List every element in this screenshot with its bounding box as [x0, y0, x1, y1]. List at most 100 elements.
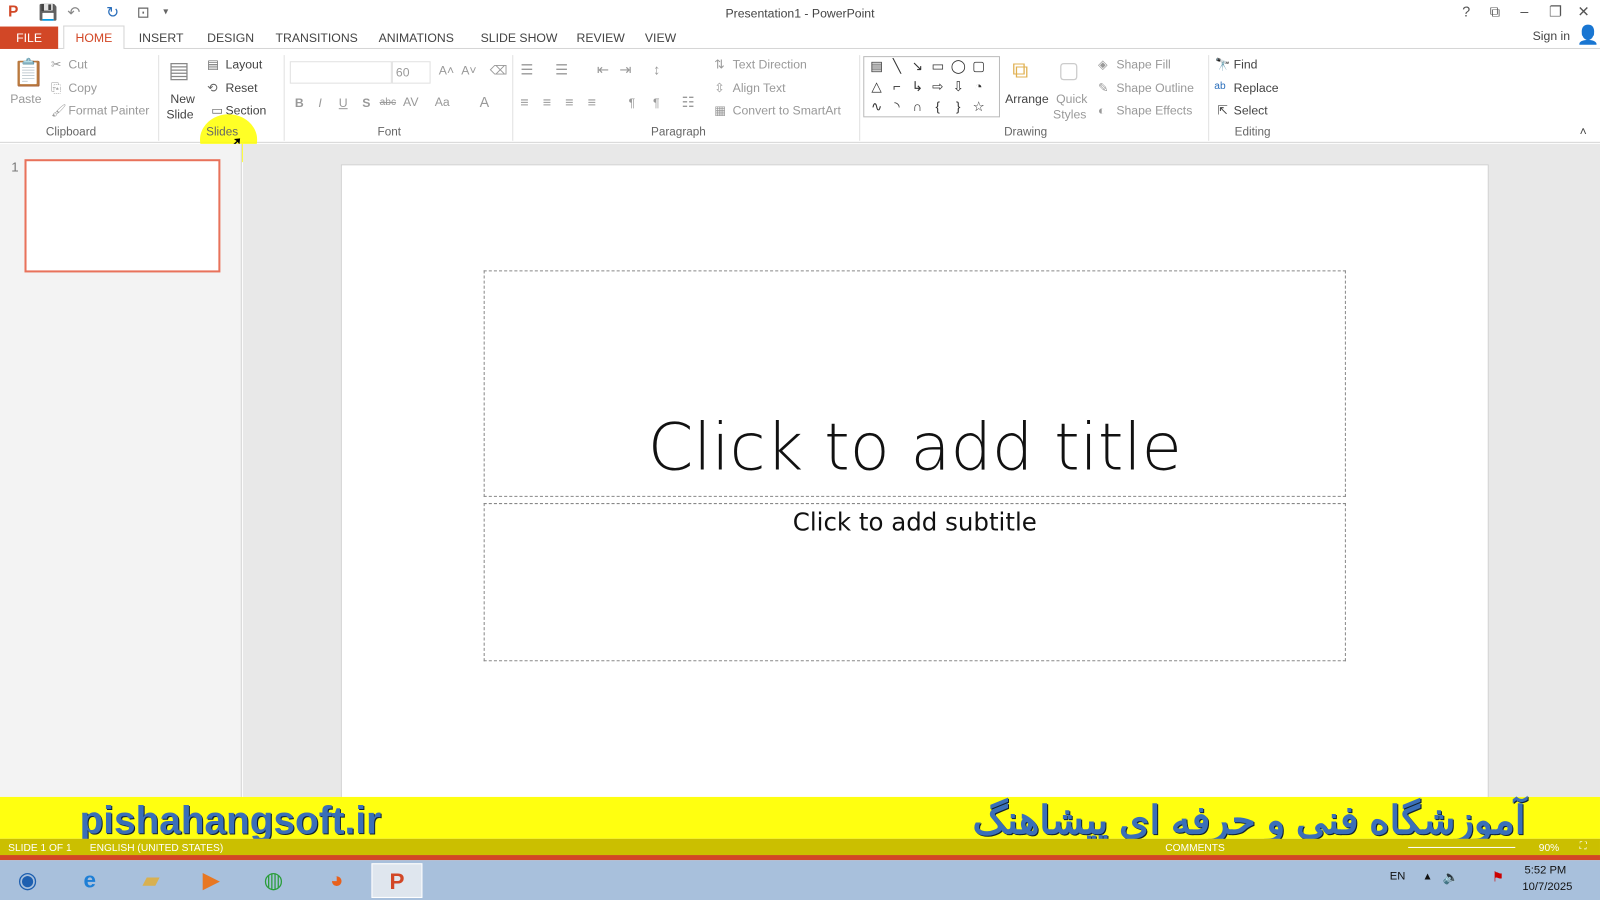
- shapes-gallery[interactable]: ▤ ╲ ↘ ▭ ◯ ▢ △ ⌐ ↳ ⇨ ⇩ ◔ ∿ ◝ ∩{} ☆: [863, 56, 1000, 119]
- file-explorer-icon[interactable]: ▰: [126, 863, 177, 898]
- bullets-icon[interactable]: ☰: [520, 61, 533, 78]
- fit-slide-icon[interactable]: ⛶: [1580, 841, 1587, 852]
- find-button[interactable]: Find: [1234, 57, 1258, 71]
- powerpoint-taskbar-icon[interactable]: P: [371, 863, 423, 898]
- convert-smartart-button[interactable]: Convert to SmartArt: [733, 103, 841, 117]
- quick-styles-dropdown[interactable]: Styles: [1053, 107, 1086, 121]
- tab-slide-show[interactable]: SLIDE SHOW: [481, 31, 558, 45]
- tab-animations[interactable]: ANIMATIONS: [379, 31, 454, 45]
- shape-option[interactable]: {: [928, 99, 948, 119]
- replace-button[interactable]: Replace: [1234, 81, 1279, 95]
- start-button-icon[interactable]: ◉: [2, 863, 53, 898]
- line-spacing-icon[interactable]: ↕: [653, 61, 660, 77]
- shape-option[interactable]: ⇩: [948, 79, 968, 99]
- internet-explorer-icon[interactable]: e: [64, 863, 115, 898]
- shape-outline-button[interactable]: Shape Outline: [1116, 81, 1194, 95]
- tab-insert[interactable]: INSERT: [139, 31, 184, 45]
- shape-option[interactable]: }: [948, 99, 968, 119]
- increase-indent-icon[interactable]: ⇥: [619, 61, 631, 78]
- shape-effects-button[interactable]: Shape Effects: [1116, 103, 1192, 117]
- bold-button[interactable]: B: [295, 96, 304, 110]
- shape-option[interactable]: ∿: [866, 99, 886, 119]
- font-color-button[interactable]: A: [480, 94, 490, 110]
- shape-option[interactable]: ⇨: [928, 79, 948, 99]
- chrome-icon[interactable]: ◍: [248, 863, 299, 898]
- tab-review[interactable]: REVIEW: [577, 31, 625, 45]
- shape-option[interactable]: ╲: [887, 58, 907, 78]
- format-painter-button[interactable]: Format Painter: [68, 103, 149, 117]
- ltr-icon[interactable]: ¶: [629, 96, 636, 110]
- shape-option[interactable]: ⌐: [887, 79, 907, 99]
- paste-button[interactable]: Paste: [10, 92, 41, 106]
- shape-option[interactable]: △: [866, 79, 886, 99]
- shape-option[interactable]: ↘: [907, 58, 927, 78]
- shape-option[interactable]: ◯: [948, 58, 968, 78]
- tab-view[interactable]: VIEW: [645, 31, 676, 45]
- align-text-button[interactable]: Align Text: [733, 81, 786, 95]
- select-button[interactable]: Select: [1234, 103, 1268, 117]
- tab-file[interactable]: FILE: [0, 26, 59, 49]
- reset-button[interactable]: Reset: [226, 81, 258, 95]
- align-right-icon[interactable]: ≡: [565, 94, 573, 110]
- grow-font-icon[interactable]: A˄: [439, 63, 454, 77]
- layout-button[interactable]: Layout: [226, 57, 263, 71]
- media-player-icon[interactable]: ▶: [186, 863, 237, 898]
- slide-thumbnail[interactable]: [24, 159, 221, 273]
- firefox-icon[interactable]: ◕: [311, 863, 362, 898]
- copy-button[interactable]: Copy: [68, 81, 97, 95]
- shape-option[interactable]: ▢: [968, 58, 988, 78]
- arrange-button[interactable]: Arrange: [1005, 92, 1049, 106]
- new-slide-dropdown[interactable]: Slide: [166, 107, 193, 121]
- numbering-icon[interactable]: ☰: [555, 61, 568, 78]
- shape-option[interactable]: ▭: [928, 58, 948, 78]
- close-button[interactable]: ✕: [1578, 3, 1590, 20]
- title-placeholder[interactable]: Click to add title: [483, 270, 1346, 497]
- subtitle-placeholder[interactable]: Click to add subtitle: [483, 503, 1346, 662]
- shape-option[interactable]: ▤: [866, 58, 886, 78]
- zoom-level[interactable]: 90%: [1539, 843, 1559, 854]
- align-left-icon[interactable]: ≡: [520, 94, 528, 110]
- zoom-slider[interactable]: [1408, 846, 1516, 848]
- collapse-ribbon-icon[interactable]: ˄: [1580, 124, 1587, 138]
- justify-icon[interactable]: ≡: [588, 94, 596, 110]
- font-name-combobox[interactable]: [289, 61, 392, 84]
- shape-option[interactable]: ☆: [968, 99, 988, 119]
- strikethrough-button[interactable]: abc: [380, 97, 396, 108]
- change-case-button[interactable]: Aa: [435, 95, 450, 109]
- italic-button[interactable]: I: [318, 96, 321, 110]
- minimize-button[interactable]: –: [1520, 3, 1528, 19]
- tab-home[interactable]: HOME: [63, 25, 125, 50]
- shape-fill-button[interactable]: Shape Fill: [1116, 57, 1170, 71]
- columns-icon[interactable]: ☷: [682, 94, 695, 111]
- rtl-icon[interactable]: ¶: [653, 96, 660, 110]
- text-shadow-button[interactable]: S: [362, 96, 370, 110]
- ribbon-display-options-icon[interactable]: ⧉: [1490, 3, 1500, 20]
- comments-button[interactable]: COMMENTS: [1165, 843, 1225, 854]
- help-button[interactable]: ?: [1462, 3, 1470, 19]
- restore-button[interactable]: ❐: [1549, 3, 1562, 20]
- tab-transitions[interactable]: TRANSITIONS: [276, 31, 358, 45]
- character-spacing-button[interactable]: AV: [403, 95, 418, 109]
- paste-icon[interactable]: 📋: [12, 57, 45, 89]
- align-center-icon[interactable]: ≡: [543, 94, 551, 110]
- language-indicator[interactable]: EN: [1390, 870, 1406, 882]
- clear-formatting-icon[interactable]: ⌫: [490, 63, 507, 77]
- shape-option[interactable]: ◔: [968, 79, 988, 99]
- sign-in-link[interactable]: Sign in: [1533, 29, 1570, 43]
- new-slide-button[interactable]: New: [170, 92, 195, 106]
- underline-button[interactable]: U: [339, 96, 348, 110]
- font-size-combobox[interactable]: 60: [391, 61, 431, 84]
- volume-icon[interactable]: 🔈: [1443, 869, 1460, 885]
- show-hidden-icons[interactable]: ▲: [1422, 871, 1432, 882]
- tab-design[interactable]: DESIGN: [207, 31, 254, 45]
- shape-option[interactable]: ◝: [887, 99, 907, 119]
- shape-option[interactable]: ↳: [907, 79, 927, 99]
- text-direction-button[interactable]: Text Direction: [733, 57, 807, 71]
- shape-option[interactable]: ∩: [907, 99, 927, 119]
- clock-time[interactable]: 5:52 PM: [1524, 864, 1566, 876]
- cut-button[interactable]: Cut: [68, 57, 87, 71]
- language-status[interactable]: ENGLISH (UNITED STATES): [90, 843, 223, 854]
- shrink-font-icon[interactable]: A˅: [461, 63, 476, 77]
- action-center-icon[interactable]: ⚑: [1492, 869, 1504, 885]
- quick-styles-button[interactable]: Quick: [1056, 92, 1087, 106]
